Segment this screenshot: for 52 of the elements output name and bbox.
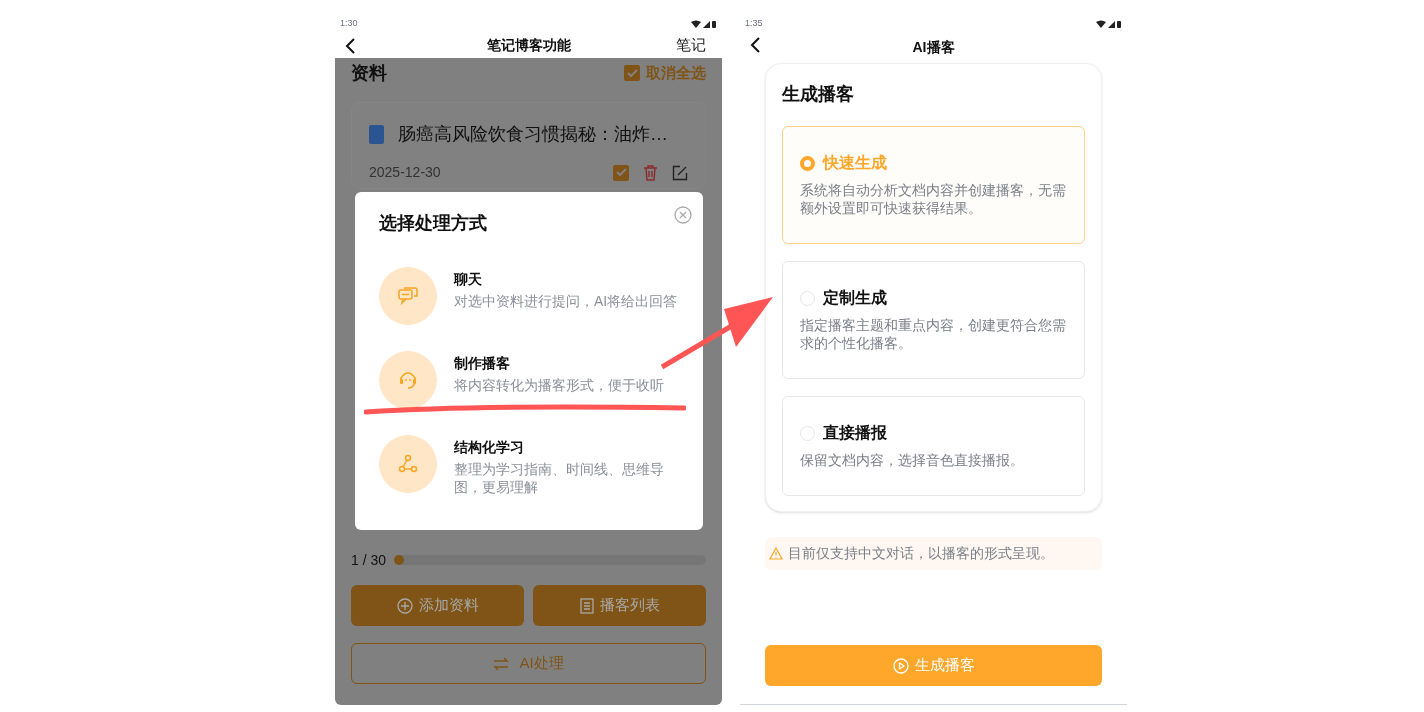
chat-bubbles-icon bbox=[398, 287, 418, 305]
document-card[interactable]: 肠癌高风险饮食习惯揭秘：油炸… 2025-12-30 bbox=[351, 102, 706, 189]
section-heading: 资料 bbox=[351, 61, 387, 85]
status-icons bbox=[1096, 19, 1122, 29]
back-icon[interactable] bbox=[749, 37, 761, 53]
document-title[interactable]: 肠癌高风险饮食习惯揭秘：油炸… bbox=[398, 121, 668, 148]
page-title: AI播客 bbox=[912, 38, 955, 57]
action-button[interactable]: 添加资料 bbox=[351, 585, 524, 626]
option-title: 聊天 bbox=[454, 270, 483, 288]
list-icon bbox=[579, 597, 594, 614]
option-card[interactable]: 定制生成 指定播客主题和重点内容，创建更符合您需求的个性化播客。 bbox=[782, 261, 1085, 379]
dialog-option[interactable]: 聊天 对选中资料进行提问，AI将给出回答 bbox=[379, 267, 679, 325]
option-description: 系统将自动分析文档内容并创建播客，无需额外设置即可快速获得结果。 bbox=[800, 181, 1067, 217]
option-title: 快速生成 bbox=[823, 153, 887, 173]
card-title: 生成播客 bbox=[782, 83, 855, 106]
document-date: 2025-12-30 bbox=[369, 163, 441, 182]
headset-icon bbox=[398, 370, 418, 390]
option-description: 保留文档内容，选择音色直接播报。 bbox=[800, 451, 1025, 469]
trash-icon[interactable] bbox=[643, 164, 658, 181]
dialog-option[interactable]: 制作播客 将内容转化为播客形式，便于收听 bbox=[379, 351, 679, 409]
option-description: 指定播客主题和重点内容，创建更符合您需求的个性化播客。 bbox=[800, 316, 1067, 352]
status-icons bbox=[691, 19, 717, 29]
option-card[interactable]: 直接播报 保留文档内容，选择音色直接播报。 bbox=[782, 396, 1085, 496]
option-title: 定制生成 bbox=[823, 288, 887, 308]
option-title: 直接播报 bbox=[823, 423, 887, 443]
status-time: 1:35 bbox=[745, 17, 763, 31]
dialog-option[interactable]: 结构化学习 整理为学习指南、时间线、思维导图，更易理解 bbox=[379, 435, 679, 496]
checkbox[interactable] bbox=[613, 164, 629, 181]
document-icon bbox=[369, 125, 384, 144]
page-title: 笔记博客功能 bbox=[486, 36, 571, 55]
notes-link[interactable]: 笔记 bbox=[676, 34, 706, 57]
warning-icon bbox=[769, 547, 783, 560]
close-icon[interactable] bbox=[674, 206, 692, 224]
radio-button[interactable] bbox=[800, 155, 815, 171]
option-description: 将内容转化为播客形式，便于收听 bbox=[454, 376, 665, 394]
swap-icon bbox=[493, 655, 510, 672]
plus-circle-icon bbox=[396, 597, 413, 614]
dialog-title: 选择处理方式 bbox=[379, 212, 488, 235]
nodes-icon bbox=[398, 454, 418, 474]
edit-icon[interactable] bbox=[672, 164, 688, 181]
play-icon bbox=[892, 657, 909, 674]
progress-count: 1 / 30 bbox=[351, 550, 387, 570]
option-title: 制作播客 bbox=[454, 354, 511, 372]
checkbox[interactable] bbox=[624, 65, 640, 81]
status-time: 1:30 bbox=[340, 17, 358, 31]
option-description: 整理为学习指南、时间线、思维导图，更易理解 bbox=[454, 460, 665, 496]
notice-text: 目前仅支持中文对话，以播客的形式呈现。 bbox=[788, 544, 1054, 563]
option-description: 对选中资料进行提问，AI将给出回答 bbox=[454, 292, 679, 310]
option-title: 结构化学习 bbox=[454, 438, 525, 456]
back-icon[interactable] bbox=[344, 38, 356, 54]
action-button[interactable]: 播客列表 bbox=[533, 585, 706, 626]
option-card[interactable]: 快速生成 系统将自动分析文档内容并创建播客，无需额外设置即可快速获得结果。 bbox=[782, 126, 1085, 244]
